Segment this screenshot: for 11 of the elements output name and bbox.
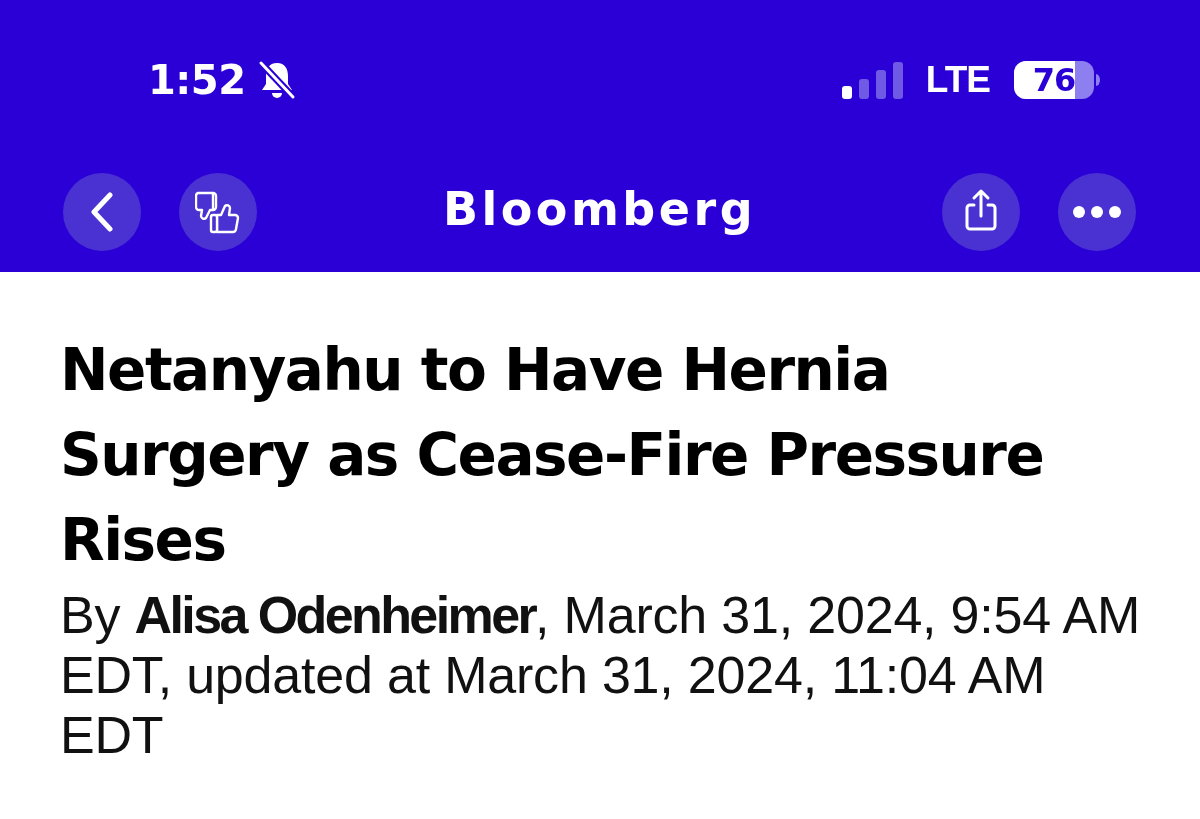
share-icon (964, 188, 998, 232)
logo: Bloomberg (442, 186, 757, 238)
battery-indicator: 76 (1014, 61, 1100, 99)
more-icon (1073, 206, 1121, 218)
headline: Netanyahu to Have Hernia Surgery as Cease-Fire Pressure Rises (60, 335, 1045, 576)
chevron-left-icon (90, 192, 114, 232)
status-time: 1:52 (148, 57, 246, 103)
network-label: LTE (925, 59, 990, 101)
byline: By Alisa Odenheimer, March 31, 2024, 9:54 AM EDT, updated at March 31, 2024, 11:04 AM EDT (60, 585, 1141, 765)
thumbs-up-down-icon (195, 189, 241, 235)
signal-bars-icon (841, 61, 904, 99)
